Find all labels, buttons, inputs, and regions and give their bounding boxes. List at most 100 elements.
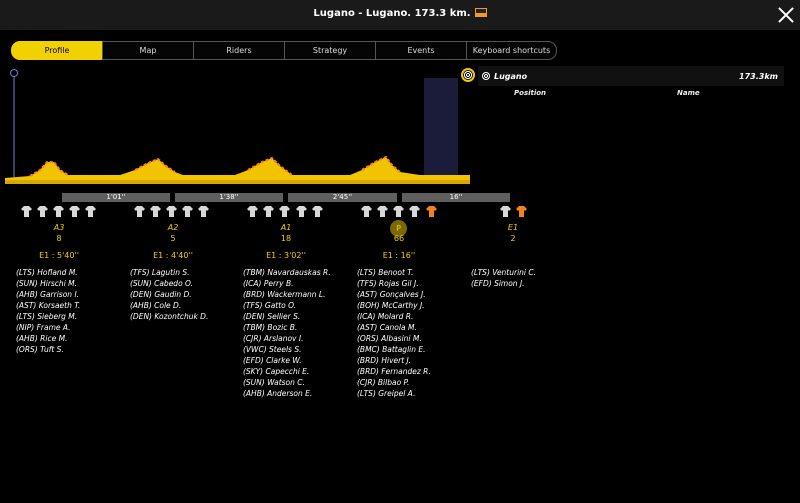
jersey-icon[interactable] [69, 206, 80, 217]
rider-name[interactable]: (LTS) Venturini C. [471, 267, 536, 278]
group-rider-list: (LTS) Venturini C. (EFD) Simon J. [471, 267, 536, 289]
jersey-icon[interactable] [426, 206, 437, 217]
rider-name[interactable]: (BRD) Fernandez R. [357, 366, 431, 377]
rider-name[interactable]: (LTS) Greipel A. [357, 388, 431, 399]
group-time: E1 : 5'40'' [39, 251, 79, 260]
rider-name[interactable]: (SKY) Capecchi E. [243, 366, 331, 377]
close-icon[interactable] [776, 5, 796, 25]
rider-name[interactable]: (EFD) Simon J. [471, 278, 536, 289]
jersey-icon[interactable] [85, 206, 96, 217]
jersey-icon[interactable] [409, 206, 420, 217]
column-name: Name [677, 89, 700, 97]
jersey-icon[interactable] [53, 206, 64, 217]
finish-mini-flag-icon [482, 72, 490, 80]
rider-name[interactable]: (VWC) Steels S. [243, 344, 331, 355]
rider-name[interactable]: (DEN) Gaudin D. [130, 289, 208, 300]
jersey-icon[interactable] [263, 206, 274, 217]
rider-name[interactable]: (ICA) Molard R. [357, 311, 431, 322]
group-rider-list: (TBM) Navardauskas R. (ICA) Perry B. (BR… [243, 267, 331, 399]
jersey-icon[interactable] [393, 206, 404, 217]
rider-name[interactable]: (CJR) Bilbao P. [357, 377, 431, 388]
rider-name[interactable]: (SUN) Watson C. [243, 377, 331, 388]
rider-name[interactable]: (AST) Gonçalves J. [357, 289, 431, 300]
rider-name[interactable]: (TBM) Navardauskas R. [243, 267, 331, 278]
group-count: 5 [170, 234, 176, 243]
rider-name[interactable]: (NIP) Frame A. [16, 322, 80, 333]
jersey-icon[interactable] [166, 206, 177, 217]
group-count: 2 [510, 234, 516, 243]
rider-name[interactable]: (BMC) Battaglin E. [357, 344, 431, 355]
rider-name[interactable]: (DEN) Kozontchuk D. [130, 311, 208, 322]
rider-name[interactable]: (DEN) Sellier S. [243, 311, 331, 322]
jersey-icon[interactable] [516, 206, 527, 217]
group-code: E1 [507, 223, 519, 232]
rider-name[interactable]: (ORS) Tuft S. [16, 344, 80, 355]
jersey-icon[interactable] [279, 206, 290, 217]
group-time: E1 : 4'40'' [153, 251, 193, 260]
rider-name[interactable]: (BOH) McCarthy J. [357, 300, 431, 311]
elevation-profile [5, 157, 470, 184]
rider-name[interactable]: (EFD) Clarke W. [243, 355, 331, 366]
jersey-icon[interactable] [182, 206, 193, 217]
rider-name[interactable]: (SUN) Cabedo O. [130, 278, 208, 289]
position-marker-icon [10, 69, 18, 77]
rider-name[interactable]: (AST) Korsaeth T. [16, 300, 80, 311]
group-time: E1 : 3'02'' [266, 251, 306, 260]
jersey-icon[interactable] [247, 206, 258, 217]
jersey-icon[interactable] [21, 206, 32, 217]
rider-name[interactable]: (LTS) Sieberg M. [16, 311, 80, 322]
finish-tooltip: Lugano 173.3km [461, 66, 784, 86]
finish-flag-icon [461, 68, 475, 82]
rider-name[interactable]: (CJR) Arslanov I. [243, 333, 331, 344]
jersey-icon[interactable] [312, 206, 323, 217]
group-time: E1 : 16'' [382, 251, 416, 260]
rider-name[interactable]: (TFS) Rojas Gil J. [357, 278, 431, 289]
jersey-icon[interactable] [361, 206, 372, 217]
rider-name[interactable]: (AHB) Cole D. [130, 300, 208, 311]
tab-events[interactable]: Events [375, 41, 466, 60]
rider-name[interactable]: (BRD) Hivert J. [357, 355, 431, 366]
jersey-icon[interactable] [150, 206, 161, 217]
tab-profile[interactable]: Profile [11, 41, 102, 60]
tab-keyboard-shortcuts[interactable]: Keyboard shortcuts [466, 41, 557, 60]
tab-strategy[interactable]: Strategy [284, 41, 375, 60]
gap-bar-1: 1'01'' [62, 193, 170, 202]
screen-icon[interactable] [474, 8, 487, 17]
rider-name[interactable]: (AHB) Rice M. [16, 333, 80, 344]
group-rider-list: (LTS) Benoot T. (TFS) Rojas Gil J. (AST)… [357, 267, 431, 399]
jersey-icon[interactable] [134, 206, 145, 217]
window-title: Lugano - Lugano. 173.3 km. [0, 8, 800, 19]
jersey-icon[interactable] [37, 206, 48, 217]
rider-name[interactable]: (AHB) Garrison I. [16, 289, 80, 300]
rider-name[interactable]: (SUN) Hirschi M. [16, 278, 80, 289]
jersey-icon[interactable] [377, 206, 388, 217]
tab-map[interactable]: Map [102, 41, 193, 60]
jersey-icon[interactable] [296, 206, 307, 217]
rider-name[interactable]: (TFS) Lagutin S. [130, 267, 208, 278]
rider-name[interactable]: (ICA) Perry B. [243, 278, 331, 289]
tooltip-column-headers: Position Name [478, 89, 784, 101]
group-code: A3 [53, 223, 65, 232]
rider-name[interactable]: (ORS) Albasini M. [357, 333, 431, 344]
title-bar: Lugano - Lugano. 173.3 km. [0, 0, 800, 30]
jersey-icon[interactable] [198, 206, 209, 217]
group-count: 66 [393, 234, 405, 243]
gap-bar-3: 2'45'' [288, 193, 397, 202]
jersey-icon[interactable] [500, 206, 511, 217]
finish-distance: 173.3km [739, 72, 778, 81]
rider-name[interactable]: (BRD) Wackermann L. [243, 289, 331, 300]
rider-name[interactable]: (LTS) Hofland M. [16, 267, 80, 278]
group-count: 8 [56, 234, 62, 243]
group-code: A1 [280, 223, 292, 232]
finish-place: Lugano [494, 72, 528, 81]
group-rider-list: (LTS) Hofland M. (SUN) Hirschi M. (AHB) … [16, 267, 80, 355]
stage-profile[interactable] [0, 66, 470, 188]
column-position: Position [514, 89, 547, 97]
rider-name[interactable]: (AHB) Anderson E. [243, 388, 331, 399]
climb-sections [29, 155, 401, 177]
rider-name[interactable]: (TBM) Bozic B. [243, 322, 331, 333]
rider-name[interactable]: (TFS) Gatto O. [243, 300, 331, 311]
tab-riders[interactable]: Riders [193, 41, 284, 60]
rider-name[interactable]: (AST) Canola M. [357, 322, 431, 333]
rider-name[interactable]: (LTS) Benoot T. [357, 267, 431, 278]
